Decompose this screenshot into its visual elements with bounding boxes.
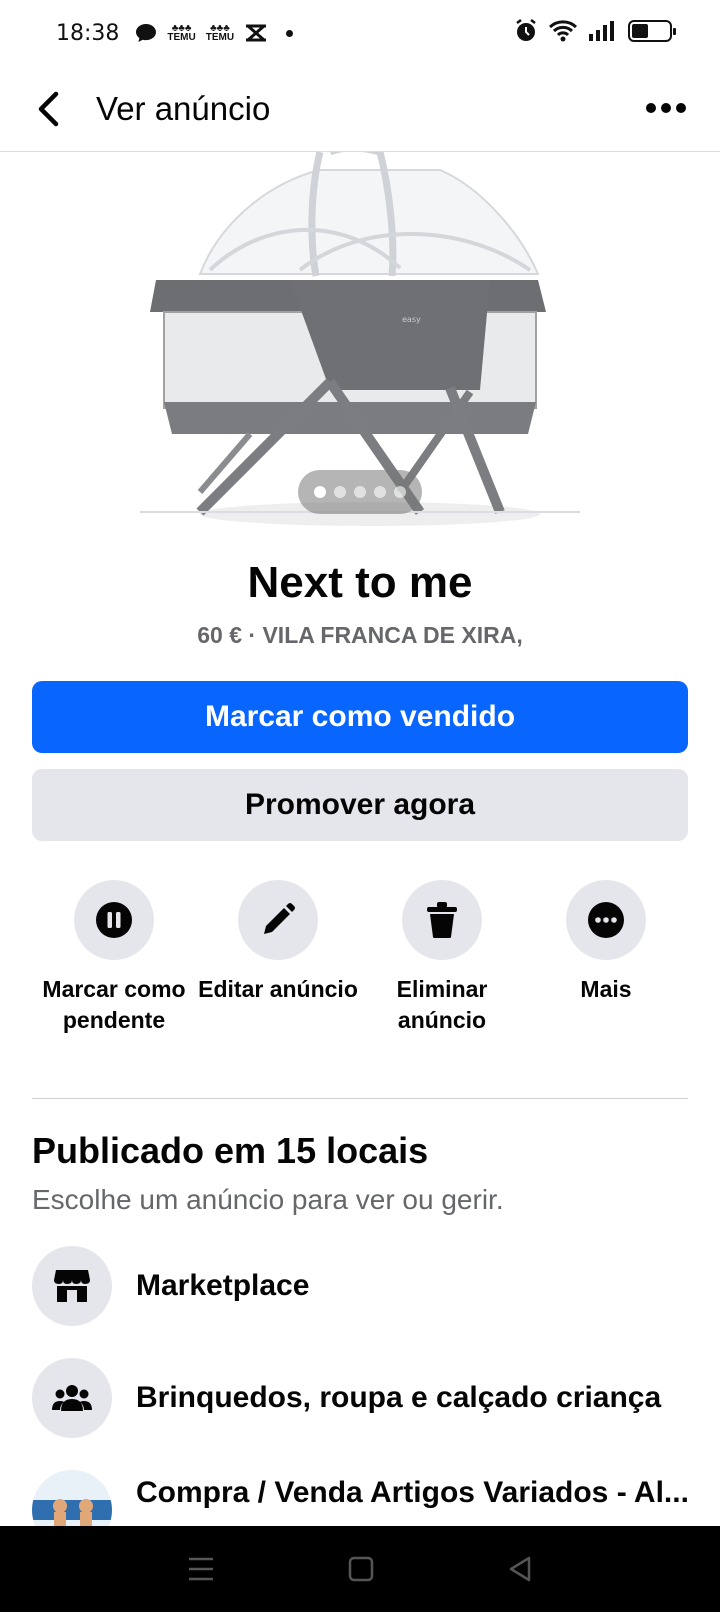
mark-pending-label: Marcar como pendente	[42, 976, 186, 1033]
chat-bubble-icon	[136, 24, 157, 42]
back-arrow-icon	[38, 91, 59, 126]
location-item-group-2[interactable]: Compra / Venda Artigos Variados - Al...	[32, 1470, 692, 1526]
gallery-dot	[314, 486, 326, 498]
back-button[interactable]	[18, 79, 78, 139]
page-title: Ver anúncio	[96, 89, 271, 127]
dot-icon	[286, 29, 294, 37]
mark-as-sold-button[interactable]: Marcar como vendido	[32, 681, 688, 753]
more-button[interactable]	[566, 880, 646, 960]
shop-icon-wrap	[32, 1246, 112, 1326]
more-label: Mais	[580, 976, 632, 1002]
more-options-button[interactable]	[640, 88, 692, 128]
pencil-icon	[264, 903, 295, 934]
shop-icon	[54, 1270, 90, 1302]
mark-pending-action[interactable]: Marcar como pendente	[32, 880, 196, 1036]
mark-pending-button[interactable]	[74, 880, 154, 960]
published-title: Publicado em 15 locais	[32, 1130, 429, 1171]
back-icon[interactable]	[507, 1555, 533, 1583]
delete-listing-action[interactable]: Eliminar anúncio	[360, 880, 524, 1036]
trash-icon	[427, 902, 457, 938]
gallery-pagination-dots	[298, 470, 422, 514]
status-bar: 18:38 ♣♣♣ TEMU ♣♣♣ TEMU	[0, 0, 720, 66]
group-icon	[52, 1385, 92, 1411]
gallery-dot	[334, 486, 346, 498]
promote-now-button[interactable]: Promover agora	[32, 769, 688, 841]
location-item-group[interactable]: Brinquedos, roupa e calçado criança	[32, 1358, 692, 1438]
gallery-dot	[394, 486, 406, 498]
battery-level	[632, 24, 649, 38]
dot-icon	[646, 103, 656, 113]
alarm-icon	[516, 19, 536, 41]
divider	[32, 1098, 688, 1099]
wifi-icon	[548, 20, 578, 42]
status-time: 18:38	[56, 20, 120, 46]
app-header: Ver anúncio	[0, 66, 720, 152]
group-avatar-icon	[32, 1470, 112, 1526]
delete-listing-button[interactable]	[402, 880, 482, 960]
battery-icon	[628, 20, 676, 42]
signal-icon	[589, 21, 614, 41]
edit-listing-button[interactable]	[238, 880, 318, 960]
group-avatar-wrap	[32, 1470, 112, 1526]
svg-text:easy: easy	[402, 315, 421, 324]
location-item-marketplace[interactable]: Marketplace	[32, 1246, 692, 1326]
listing-title: Next to me	[247, 558, 473, 607]
system-icons	[514, 18, 676, 44]
edit-listing-action[interactable]: Editar anúncio	[196, 880, 360, 1036]
gallery-dot	[354, 486, 366, 498]
dot-icon	[676, 103, 686, 113]
edit-listing-label: Editar anúncio	[198, 976, 358, 1002]
temu-icon: ♣♣♣ TEMU	[205, 23, 235, 43]
notification-icons: ♣♣♣ TEMU ♣♣♣ TEMU	[135, 23, 294, 43]
listing-price-location: 60 € · VILA FRANCA DE XIRA,	[197, 622, 523, 648]
dot-icon	[661, 103, 671, 113]
gallery-dot	[374, 486, 386, 498]
capcut-icon	[246, 24, 267, 42]
group-icon-wrap	[32, 1358, 112, 1438]
listing-actions: Marcar como pendente Editar anúncio Elim…	[32, 880, 688, 1036]
more-action[interactable]: Mais	[524, 880, 688, 1036]
location-label: Brinquedos, roupa e calçado criança	[136, 1381, 662, 1414]
published-subtitle: Escolhe um anúncio para ver ou gerir.	[32, 1184, 504, 1215]
home-icon[interactable]	[348, 1556, 374, 1582]
location-label: Marketplace	[136, 1269, 310, 1302]
system-navigation-bar	[0, 1526, 720, 1612]
pause-icon	[96, 902, 132, 938]
location-label: Compra / Venda Artigos Variados - Al...	[136, 1476, 689, 1509]
temu-icon: ♣♣♣ TEMU	[167, 23, 196, 43]
more-icon	[588, 902, 624, 938]
delete-listing-label: Eliminar anúncio	[396, 976, 488, 1033]
menu-icon[interactable]	[187, 1556, 215, 1582]
